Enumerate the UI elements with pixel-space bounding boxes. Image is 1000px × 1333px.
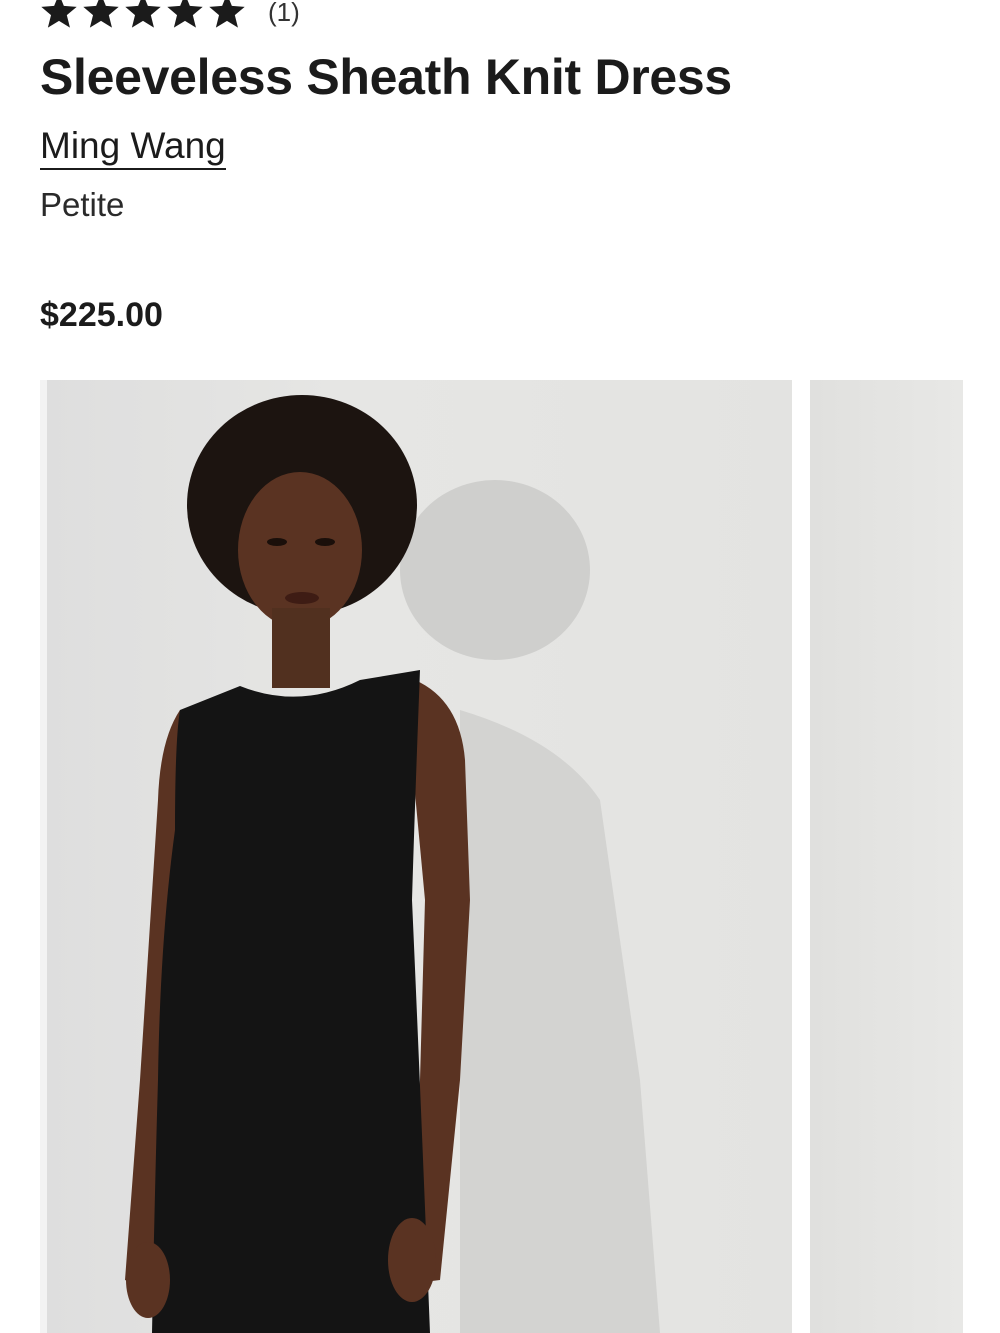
- product-price: $225.00: [40, 296, 163, 334]
- star-icon: [40, 0, 78, 30]
- star-icon: [124, 0, 162, 30]
- product-image-main[interactable]: [40, 380, 792, 1333]
- image-gallery[interactable]: [40, 380, 1000, 1333]
- model-photo-icon: [125, 395, 660, 1333]
- star-icon: [208, 0, 246, 30]
- size-type-label: Petite: [40, 186, 125, 223]
- rating-row[interactable]: (1): [40, 0, 300, 32]
- brand-link[interactable]: Ming Wang: [40, 124, 226, 170]
- star-rating: [40, 0, 246, 30]
- review-count[interactable]: (1): [268, 0, 300, 28]
- star-icon: [166, 0, 204, 30]
- star-icon: [82, 0, 120, 30]
- product-title: Sleeveless Sheath Knit Dress: [40, 49, 732, 105]
- product-detail-page: (1) Sleeveless Sheath Knit Dress Ming Wa…: [0, 0, 1000, 1333]
- image-edge: [40, 380, 47, 1333]
- product-image-next[interactable]: [810, 380, 963, 1333]
